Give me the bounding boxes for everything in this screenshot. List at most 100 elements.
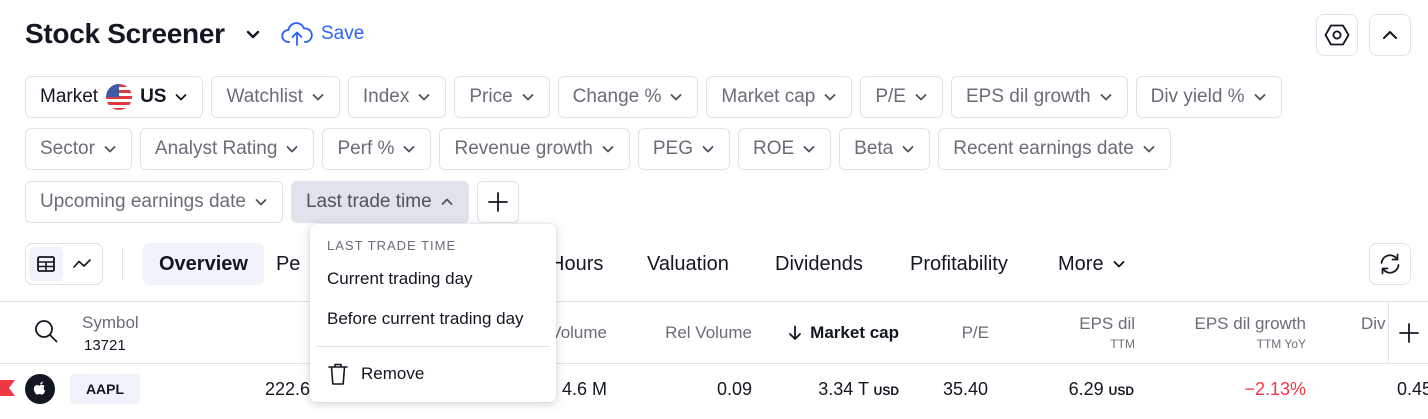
filter-label: Perf %: [337, 138, 395, 159]
page-title[interactable]: Stock Screener: [25, 16, 225, 52]
filter-peg[interactable]: PEG: [637, 128, 730, 170]
filter-label: Last trade time: [305, 191, 432, 212]
filter-label: Watchlist: [226, 86, 303, 107]
menu-heading: LAST TRADE TIME: [327, 238, 457, 253]
filter-label: Market: [40, 86, 99, 107]
filter-label: Change %: [572, 86, 662, 107]
refresh-button[interactable]: [1369, 243, 1411, 285]
chevron-down-icon: [1254, 94, 1265, 101]
chevron-down-icon[interactable]: [243, 24, 263, 44]
cell-div-yield: 0.45: [1397, 379, 1428, 399]
filter-label: Sector: [40, 138, 95, 159]
save-label: Save: [321, 23, 365, 44]
filter-eps-growth[interactable]: EPS dil growth: [950, 76, 1128, 118]
menu-item-remove[interactable]: Remove: [327, 362, 424, 386]
settings-button[interactable]: [1316, 14, 1358, 56]
filter-market[interactable]: Market US: [25, 76, 204, 118]
tab-more[interactable]: More: [1042, 243, 1142, 285]
menu-item-before-current-trading-day[interactable]: Before current trading day: [327, 309, 524, 329]
market-cap-value: 3.34 T: [818, 379, 869, 399]
cell-eps-growth: −2.13%: [1244, 379, 1306, 399]
chevron-down-icon: [602, 146, 614, 153]
cell-market-cap: 3.34 T USD: [818, 379, 899, 400]
filter-perf[interactable]: Perf %: [322, 128, 432, 170]
us-flag-icon: [106, 84, 133, 110]
currency-unit: USD: [873, 384, 899, 398]
filter-last-trade-time[interactable]: Last trade time: [290, 181, 469, 223]
column-header-eps-dil[interactable]: EPS dil: [1079, 314, 1135, 334]
flag-marker-icon[interactable]: [0, 379, 16, 397]
column-header-div-yield[interactable]: Div: [1361, 314, 1386, 334]
search-icon[interactable]: [33, 318, 59, 344]
menu-item-current-trading-day[interactable]: Current trading day: [327, 269, 473, 289]
add-column-button[interactable]: [1388, 302, 1428, 364]
chevron-down-icon: [702, 146, 714, 153]
filter-recent-earnings-date[interactable]: Recent earnings date: [938, 128, 1171, 170]
filter-label: Analyst Rating: [154, 138, 278, 159]
eps-dil-value: 6.29: [1068, 379, 1104, 399]
chevron-down-icon: [915, 94, 927, 101]
filter-index[interactable]: Index: [347, 76, 447, 118]
tab-profitability[interactable]: Profitability: [894, 243, 1024, 285]
filter-price[interactable]: Price: [454, 76, 550, 118]
filter-div-yield[interactable]: Div yield %: [1135, 76, 1282, 118]
column-header-rel-volume[interactable]: Rel Volume: [665, 323, 752, 343]
tab-performance[interactable]: Pe: [264, 243, 316, 285]
tab-valuation[interactable]: Valuation: [631, 243, 745, 285]
tab-dividends[interactable]: Dividends: [759, 243, 879, 285]
filter-label: Beta: [854, 138, 894, 159]
divider: [0, 301, 1428, 302]
table-view-button[interactable]: [29, 247, 63, 281]
divider: [0, 363, 1428, 364]
column-subheader-eps-growth: TTM YoY: [1256, 337, 1306, 351]
column-header-volume[interactable]: Volume: [550, 323, 607, 343]
plus-icon: [487, 192, 508, 212]
chevron-down-icon: [312, 94, 324, 101]
filter-label: Div yield %: [1150, 86, 1245, 107]
filter-sector[interactable]: Sector: [25, 128, 132, 170]
filter-roe[interactable]: ROE: [737, 128, 832, 170]
chevron-down-icon: [255, 199, 267, 206]
chevron-down-icon: [824, 94, 836, 101]
chevron-up-icon: [441, 198, 453, 205]
currency-unit: USD: [1108, 384, 1134, 398]
filter-analyst-rating[interactable]: Analyst Rating: [139, 128, 315, 170]
filter-beta[interactable]: Beta: [839, 128, 931, 170]
gear-icon: [1324, 24, 1350, 46]
column-header-symbol[interactable]: Symbol: [82, 313, 139, 333]
tab-bar: Overview Pe: [25, 243, 316, 285]
save-button[interactable]: Save: [281, 21, 364, 47]
filter-row-1: Market US Watchlist Index Price Change %…: [25, 76, 1282, 118]
column-header-eps-growth[interactable]: EPS dil growth: [1195, 314, 1307, 334]
filter-label: PEG: [652, 138, 693, 159]
cell-price: 222.6: [265, 379, 311, 399]
tab-overview[interactable]: Overview: [143, 243, 264, 285]
chevron-down-icon: [902, 146, 914, 153]
symbol-count: 13721: [84, 337, 126, 354]
filter-label: ROE: [752, 138, 795, 159]
chart-view-button[interactable]: [65, 247, 99, 281]
filter-row-3: Upcoming earnings date Last trade time: [25, 181, 519, 223]
cell-pe: 35.40: [942, 379, 988, 399]
filter-watchlist[interactable]: Watchlist: [211, 76, 340, 118]
column-header-market-cap[interactable]: Market cap: [788, 323, 899, 343]
trash-icon: [328, 363, 348, 385]
chevron-down-icon: [418, 94, 430, 101]
collapse-button[interactable]: [1369, 14, 1411, 56]
filter-label: EPS dil growth: [965, 86, 1091, 107]
view-toggle: [25, 243, 103, 285]
filter-market-cap[interactable]: Market cap: [706, 76, 853, 118]
filter-upcoming-earnings-date[interactable]: Upcoming earnings date: [25, 181, 283, 223]
filter-revenue-growth[interactable]: Revenue growth: [439, 128, 630, 170]
table-icon: [37, 256, 55, 272]
apple-logo-icon: [33, 381, 46, 395]
filter-label: Market cap: [721, 86, 816, 107]
add-filter-button[interactable]: [476, 181, 519, 223]
company-logo: [25, 374, 55, 404]
remove-label: Remove: [361, 364, 425, 383]
filter-change[interactable]: Change %: [557, 76, 699, 118]
filter-pe[interactable]: P/E: [860, 76, 943, 118]
column-header-pe[interactable]: P/E: [962, 323, 989, 343]
last-trade-time-menu: LAST TRADE TIME Current trading day Befo…: [310, 224, 556, 402]
ticker-badge[interactable]: AAPL: [70, 374, 140, 404]
